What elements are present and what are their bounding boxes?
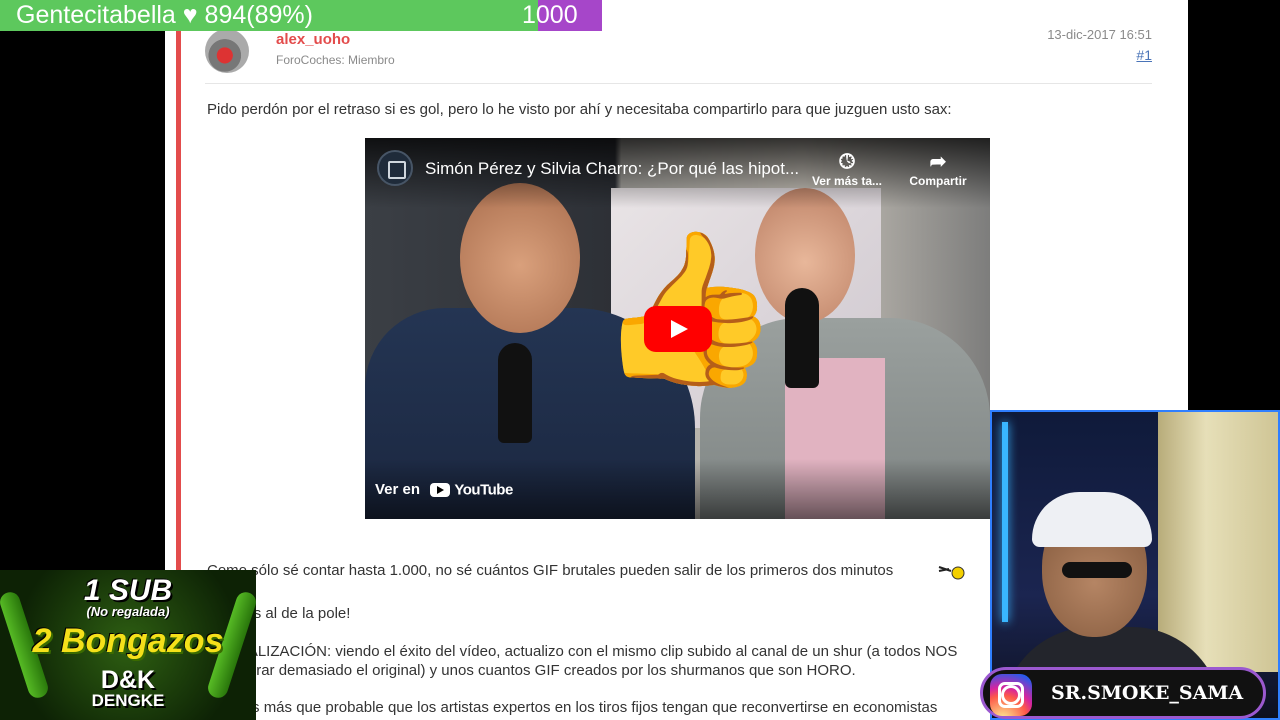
promo-line-1: 1 SUB bbox=[83, 574, 173, 607]
share-label: Compartir bbox=[909, 174, 967, 188]
watch-later-label: Ver más ta... bbox=[811, 174, 883, 188]
post-paragraph-4: va a durar demasiado el original) y unos… bbox=[207, 662, 856, 679]
goal-target: 1000 bbox=[522, 1, 578, 29]
watch-on-label: Ver en bbox=[375, 481, 421, 498]
webcam-neon-light bbox=[1002, 422, 1008, 622]
youtube-play-icon bbox=[430, 483, 451, 498]
user-avatar[interactable] bbox=[205, 29, 249, 73]
share-button[interactable]: ➦ Compartir bbox=[898, 150, 978, 188]
streamer-sunglasses bbox=[1062, 562, 1132, 578]
streamer-cap bbox=[1032, 492, 1152, 547]
post-date: 13-dic-2017 16:51 bbox=[1047, 27, 1152, 42]
promo-line-3: 2 Bongazos bbox=[32, 622, 224, 660]
user-title: ForoCoches: Miembro bbox=[276, 53, 395, 67]
clock-icon: 🕓︎ bbox=[839, 151, 855, 173]
watch-later-button[interactable]: 🕓︎ Ver más ta... bbox=[807, 150, 887, 188]
instagram-icon bbox=[990, 674, 1032, 716]
post-header-divider bbox=[205, 83, 1152, 84]
post-username[interactable]: alex_uoho bbox=[276, 31, 350, 48]
post-number-link[interactable]: #1 bbox=[1136, 47, 1152, 63]
video-title[interactable]: Simón Pérez y Silvia Charro: ¿Por qué la… bbox=[425, 159, 799, 179]
post-paragraph-5: Creo es más que probable que los artista… bbox=[207, 699, 938, 716]
post-intro: Pido perdón por el retraso si es gol, pe… bbox=[207, 101, 952, 118]
promo-line-5: DENGKE bbox=[91, 691, 165, 710]
instagram-handle: SR.SMOKE_SAMA bbox=[1051, 682, 1244, 704]
youtube-wordmark: YouTube bbox=[454, 481, 513, 499]
post-paragraph-1: Como sólo sé contar hasta 1.000, no sé c… bbox=[207, 562, 894, 579]
youtube-embed[interactable]: 👍 Simón Pérez y Silvia Charro: ¿Por qué … bbox=[365, 138, 990, 519]
microphone-right bbox=[785, 288, 819, 388]
share-arrow-icon: ➦ bbox=[929, 151, 947, 173]
play-button[interactable] bbox=[644, 306, 712, 352]
follower-goal-bar: Gentecitabella ♥ 894(89%) 1000 bbox=[0, 0, 602, 31]
microphone-left bbox=[498, 343, 532, 443]
instagram-badge: SR.SMOKE_SAMA bbox=[980, 667, 1266, 719]
post-paragraph-3: ACTUALIZACIÓN: viendo el éxito del vídeo… bbox=[207, 643, 958, 660]
webcam-curtain bbox=[1158, 412, 1278, 672]
channel-icon[interactable] bbox=[377, 150, 413, 186]
promo-line-2: (No regalada) bbox=[86, 604, 170, 619]
watch-on-youtube-link[interactable]: Ver en YouTube bbox=[375, 481, 513, 499]
forum-smiley-icon bbox=[938, 566, 965, 580]
goal-label: Gentecitabella ♥ 894(89%) bbox=[16, 1, 313, 29]
sub-promo-panel: 1 SUB (No regalada) 2 Bongazos D&K DENGK… bbox=[0, 570, 256, 720]
youtube-logo: YouTube bbox=[430, 481, 513, 499]
